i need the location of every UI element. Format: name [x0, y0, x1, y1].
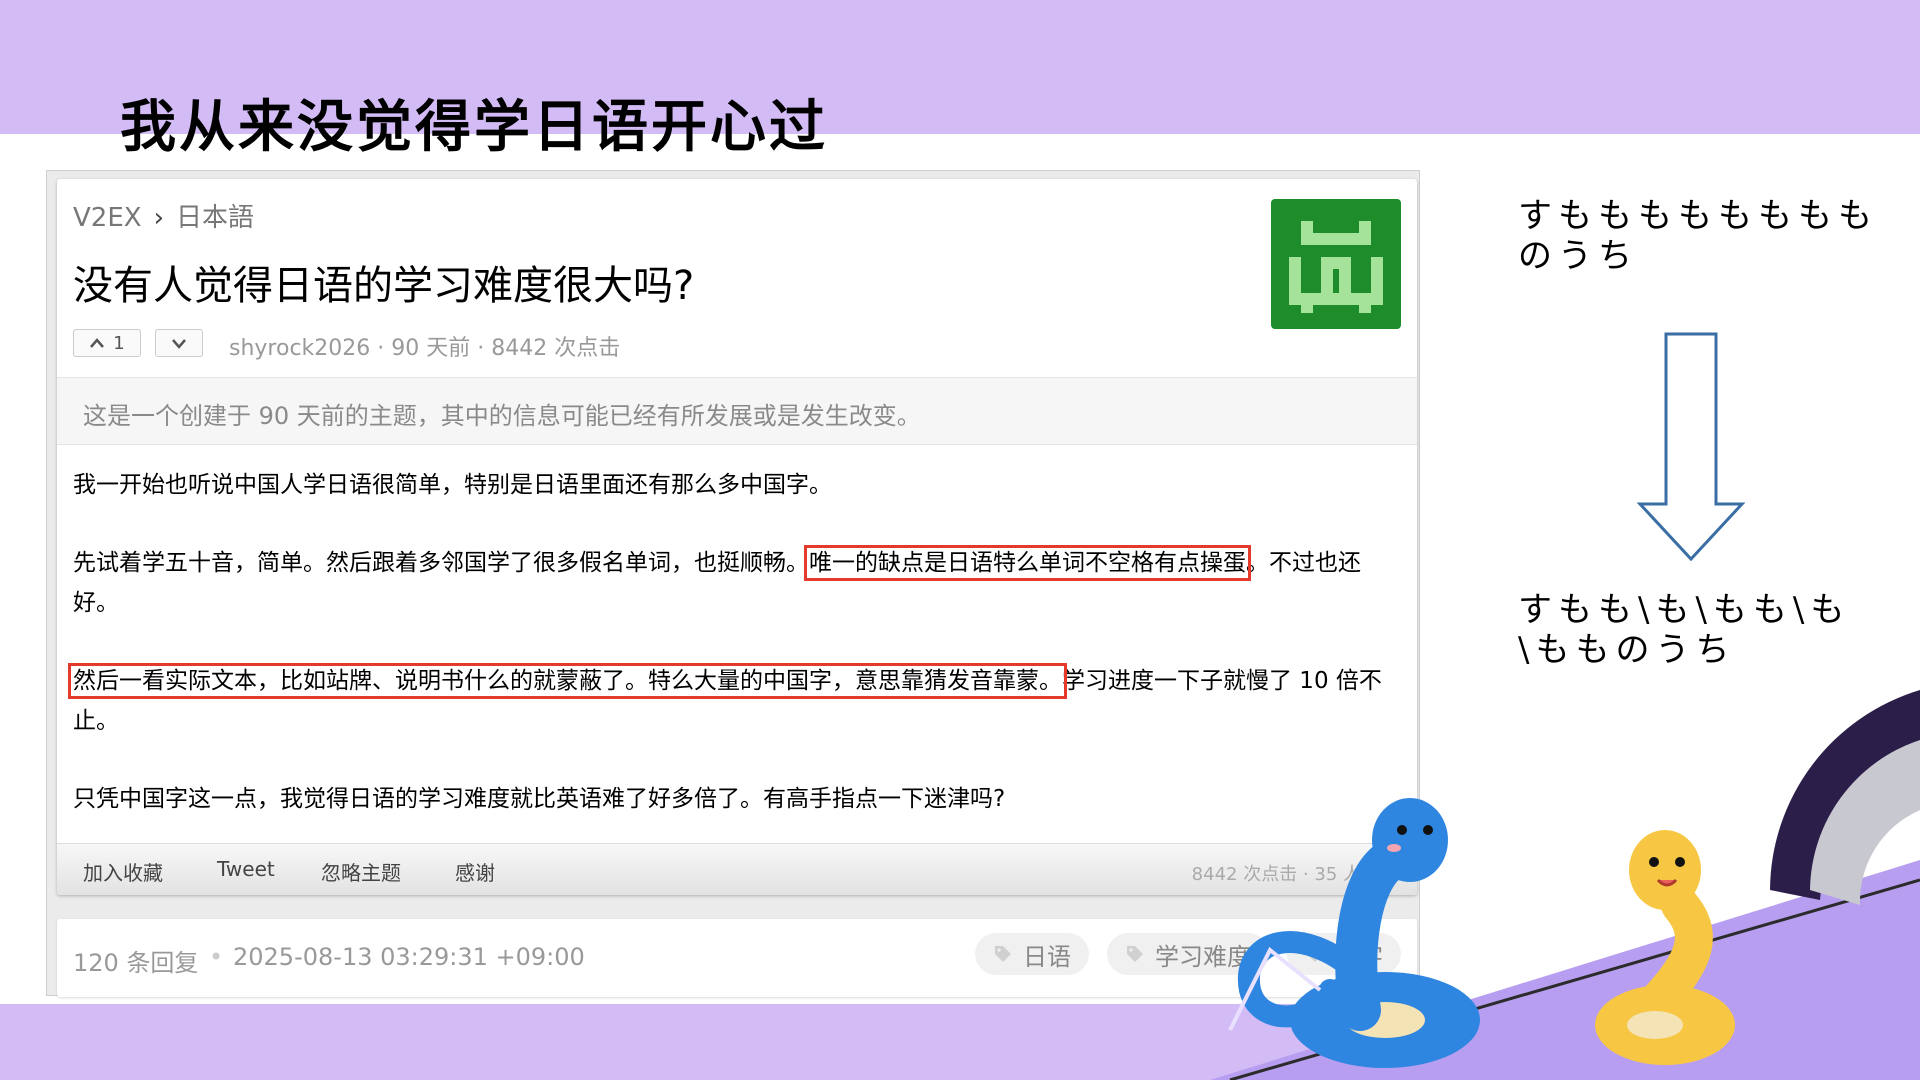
reply-count: 120 条回复 — [73, 949, 199, 977]
breadcrumb-separator: › — [153, 203, 164, 233]
breadcrumb-site-link[interactable]: V2EX — [73, 203, 142, 233]
favorite-link[interactable]: 加入收藏 — [83, 857, 163, 886]
tag-icon — [1127, 946, 1143, 962]
ignore-topic-link[interactable]: 忽略主题 — [321, 857, 401, 886]
down-arrow-icon — [1636, 332, 1746, 562]
paragraph-1: 我一开始也听说中国人学日语很简单，特别是日语里面还有那么多中国字。 — [73, 472, 832, 498]
paragraph-3: 然后一看实际文本，比如站牌、说明书什么的就蒙蔽了。特么大量的中国字，意思靠猜发音… — [68, 661, 1397, 741]
topic-age-notice: 这是一个创建于 90 天前的主题，其中的信息可能已经有所发展或是发生改变。 — [57, 377, 1417, 445]
japanese-sentence-segmented: すもも\も\もも\も\もものうち — [1518, 590, 1851, 670]
highlighted-text-1: 唯一的缺点是日语特么单词不空格有点操蛋 — [804, 545, 1251, 581]
topic-title: 没有人觉得日语的学习难度很大吗? — [73, 263, 695, 309]
tag-japanese[interactable]: 日语 — [975, 933, 1089, 975]
slide-title: 我从来没觉得学日语开心过 — [120, 95, 828, 160]
avatar-icon[interactable] — [1271, 199, 1401, 329]
reply-separator: • — [209, 943, 224, 971]
breadcrumb-node-link[interactable]: 日本語 — [176, 203, 254, 233]
topic-meta: shyrock2026 · 90 天前 · 8442 次点击 — [229, 336, 621, 361]
vote-down-button[interactable] — [155, 329, 203, 357]
snake-mascots-illustration — [1210, 690, 1920, 1080]
vote-up-button[interactable]: 1 — [73, 329, 141, 357]
tag-label: 日语 — [1023, 942, 1071, 971]
topic-content: 我一开始也听说中国人学日语很简单，特别是日语里面还有那么多中国字。 先试着学五十… — [68, 465, 1397, 857]
japanese-sentence-unspaced: すもももももももものうち — [1518, 196, 1878, 276]
vote-up-count: 1 — [113, 332, 125, 354]
paragraph-4: 只凭中国字这一点，我觉得日语的学习难度就比英语难了好多倍了。有高手指点一下迷津吗… — [73, 786, 1006, 812]
highlighted-text-2: 然后一看实际文本，比如站牌、说明书什么的就蒙蔽了。特么大量的中国字，意思靠猜发音… — [68, 663, 1067, 699]
paragraph-2: 先试着学五十音，简单。然后跟着多邻国学了很多假名单词，也挺顺畅。唯一的缺点是日语… — [73, 543, 1397, 623]
thank-link[interactable]: 感谢 — [455, 857, 495, 886]
breadcrumb: V2EX › 日本語 — [73, 197, 254, 234]
tag-icon — [995, 946, 1011, 962]
paragraph-2-text: 先试着学五十音，简单。然后跟着多邻国学了很多假名单词，也挺顺畅。 — [73, 550, 809, 576]
chevron-up-icon — [90, 338, 105, 348]
chevron-down-icon — [172, 339, 186, 349]
reply-date: 2025-08-13 03:29:31 +09:00 — [233, 943, 585, 971]
tweet-link[interactable]: Tweet — [217, 857, 275, 881]
